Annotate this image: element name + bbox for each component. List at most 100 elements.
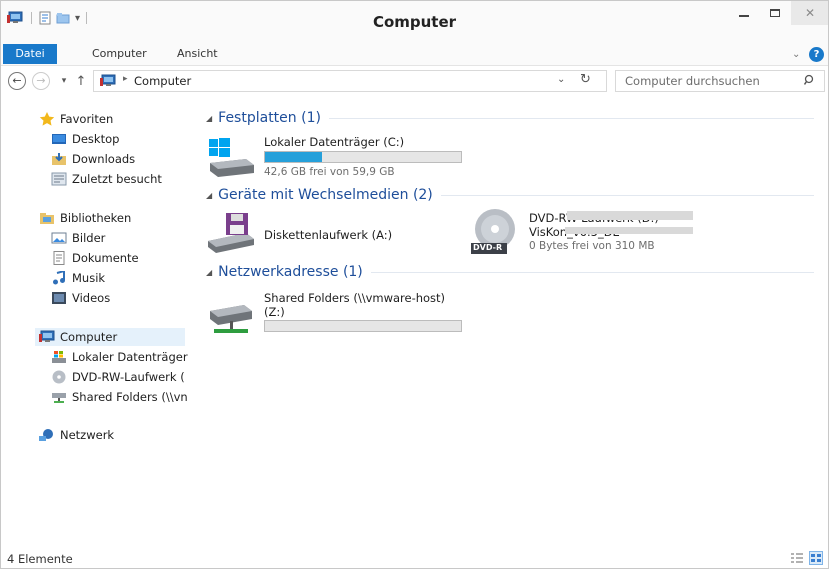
- redaction-block: [567, 211, 693, 220]
- search-icon: [803, 74, 816, 89]
- nav-computer[interactable]: Computer: [35, 328, 185, 346]
- drive-free-space: 42,6 GB frei von 59,9 GB: [264, 166, 395, 178]
- chevron-down-icon: ▾: [61, 76, 67, 86]
- network-drive-icon: [51, 390, 67, 404]
- drive-dvd-d[interactable]: DVD-R DVD-RW-Laufwerk (D:) VisKon_v6.5_D…: [471, 209, 693, 257]
- nav-network[interactable]: Netzwerk: [39, 426, 114, 444]
- downloads-icon: [51, 152, 67, 166]
- nav-item-documents[interactable]: Dokumente: [51, 249, 139, 267]
- windows-drive-icon: [206, 133, 256, 179]
- forward-button[interactable]: →: [31, 71, 51, 91]
- nav-label: DVD-RW-Laufwerk (: [72, 370, 185, 384]
- up-arrow-icon: ↑: [75, 73, 87, 89]
- network-icon: [39, 428, 55, 442]
- minimize-button[interactable]: [728, 1, 760, 25]
- group-network-locations[interactable]: ◢ Netzwerkadresse (1): [194, 262, 814, 282]
- nav-label: Shared Folders (\\vn: [72, 390, 188, 404]
- dvd-drive-icon: DVD-R: [471, 209, 521, 255]
- help-button[interactable]: ?: [809, 45, 824, 63]
- star-icon: [39, 112, 55, 126]
- computer-icon: [100, 74, 118, 91]
- nav-favorites[interactable]: Favoriten: [39, 110, 113, 128]
- nav-label: Bibliotheken: [60, 211, 132, 225]
- tab-file[interactable]: Datei: [3, 44, 57, 64]
- group-divider: [440, 194, 814, 196]
- close-button[interactable]: ✕: [791, 1, 828, 25]
- expand-ribbon-icon[interactable]: ⌄: [792, 46, 800, 64]
- nav-item-pictures[interactable]: Bilder: [51, 229, 105, 247]
- nav-libraries[interactable]: Bibliotheken: [39, 209, 131, 227]
- group-title: Festplatten (1): [218, 110, 321, 126]
- group-title: Geräte mit Wechselmedien (2): [218, 187, 433, 203]
- maximize-icon: [770, 9, 780, 17]
- nav-item-videos[interactable]: Videos: [51, 289, 110, 307]
- tiles-view-icon[interactable]: [809, 551, 823, 565]
- ribbon-tabs: Datei Computer Ansicht ⌄ ?: [1, 41, 828, 66]
- collapse-triangle-icon: ◢: [206, 190, 213, 200]
- nav-label: Lokaler Datenträger: [72, 350, 188, 364]
- nav-item-downloads[interactable]: Downloads: [51, 150, 135, 168]
- tab-computer[interactable]: Computer: [92, 45, 147, 63]
- group-removable-media[interactable]: ◢ Geräte mit Wechselmedien (2): [194, 185, 814, 205]
- nav-label: Bilder: [72, 231, 106, 245]
- drive-shared-folders-z[interactable]: Shared Folders (\\vmware-host) (Z:): [206, 289, 471, 341]
- desktop-icon: [51, 132, 67, 146]
- floppy-drive-icon: [206, 211, 256, 257]
- address-history-icon[interactable]: ⌄: [557, 74, 565, 85]
- drive-name: Lokaler Datenträger (C:): [264, 135, 405, 149]
- collapse-triangle-icon: ◢: [206, 267, 213, 277]
- nav-item-recent[interactable]: Zuletzt besucht: [51, 170, 162, 188]
- search-input[interactable]: Computer durchsuchen: [615, 70, 825, 92]
- recent-places-icon: [51, 172, 67, 186]
- navigation-pane: Favoriten Desktop Downloads Zuletzt besu…: [1, 99, 193, 547]
- search-placeholder: Computer durchsuchen: [625, 74, 760, 88]
- drive-floppy-a[interactable]: Diskettenlaufwerk (A:): [206, 211, 446, 259]
- item-count: 4 Elemente: [7, 552, 73, 566]
- nav-label: Videos: [72, 291, 111, 305]
- group-divider: [328, 117, 814, 119]
- dvd-r-badge: DVD-R: [473, 243, 503, 252]
- nav-item-desktop[interactable]: Desktop: [51, 130, 119, 148]
- group-hard-drives[interactable]: ◢ Festplatten (1): [194, 108, 814, 128]
- drive-letter: (Z:): [264, 305, 285, 319]
- back-button[interactable]: ←: [7, 71, 27, 91]
- drive-free-space: 0 Bytes frei von 310 MB: [529, 240, 655, 252]
- drive-usage-bar: [264, 151, 462, 163]
- dvd-icon: [51, 370, 67, 384]
- nav-label: Netzwerk: [60, 428, 115, 442]
- nav-item-local-disk[interactable]: Lokaler Datenträger: [51, 348, 188, 366]
- nav-label: Favoriten: [60, 112, 114, 126]
- maximize-button[interactable]: [761, 1, 789, 25]
- nav-label: Computer: [60, 330, 118, 344]
- breadcrumb-separator-icon[interactable]: ▸: [123, 74, 128, 84]
- nav-label: Downloads: [72, 152, 136, 166]
- documents-icon: [51, 251, 67, 265]
- music-icon: [51, 269, 67, 285]
- group-title: Netzwerkadresse (1): [218, 264, 363, 280]
- videos-icon: [51, 291, 67, 305]
- nav-item-music[interactable]: Musik: [51, 269, 105, 287]
- refresh-icon[interactable]: ↻: [580, 72, 591, 87]
- back-arrow-icon: ←: [8, 72, 26, 90]
- up-button[interactable]: ↑: [71, 71, 91, 91]
- drive-usage-fill: [265, 152, 322, 162]
- nav-label: Dokumente: [72, 251, 139, 265]
- nav-label: Desktop: [72, 132, 120, 146]
- forward-arrow-icon: →: [32, 72, 50, 90]
- close-icon: ✕: [804, 6, 816, 20]
- details-view-icon[interactable]: [791, 552, 803, 567]
- breadcrumb[interactable]: Computer: [134, 74, 191, 88]
- drive-local-c[interactable]: Lokaler Datenträger (C:) 42,6 GB frei vo…: [206, 133, 466, 181]
- nav-item-shared-folders[interactable]: Shared Folders (\\vn: [51, 388, 188, 406]
- explorer-window: ▾ Computer ✕ Datei Computer Ansicht ⌄ ? …: [0, 0, 829, 569]
- drive-usage-bar: [264, 320, 462, 332]
- nav-label: Zuletzt besucht: [72, 172, 162, 186]
- nav-label: Musik: [72, 271, 106, 285]
- tab-view[interactable]: Ansicht: [177, 45, 218, 63]
- status-bar: 4 Elemente: [1, 547, 828, 568]
- nav-item-dvd-drive[interactable]: DVD-RW-Laufwerk (: [51, 368, 185, 386]
- address-bar[interactable]: ▸ Computer ⌄ ↻: [93, 70, 607, 92]
- content-area: ◢ Festplatten (1) Lokaler Datenträger (C…: [194, 99, 828, 547]
- redaction-block: [565, 227, 693, 234]
- network-drive-icon: [206, 293, 256, 339]
